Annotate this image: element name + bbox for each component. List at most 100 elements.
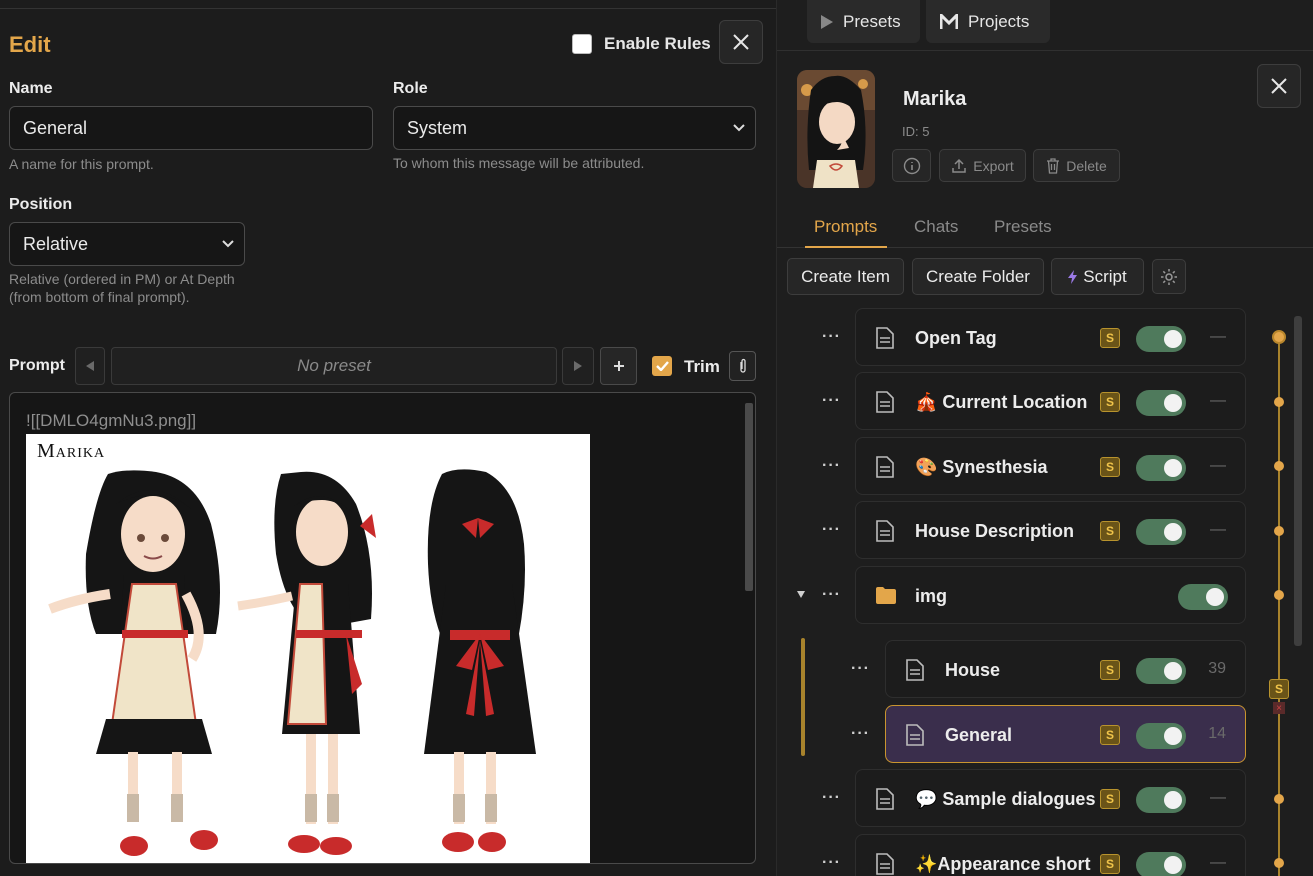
prompt-item[interactable]: 💬 Sample dialogues S — [855,769,1246,827]
timeline-node[interactable] [1274,461,1284,471]
item-toggle[interactable] [1136,455,1186,481]
item-toggle[interactable] [1136,326,1186,352]
item-count: — [1210,854,1226,871]
script-label: Script [1083,266,1127,286]
character-sheet-illustration [48,469,536,856]
item-menu-button[interactable]: ··· [822,328,841,346]
name-label: Name [9,80,53,97]
timeline-node[interactable] [1274,858,1284,868]
folder-toggle[interactable] [1178,584,1228,610]
prompt-scrollbar[interactable] [745,403,753,591]
trim-checkbox[interactable] [652,356,672,376]
top-tab-presets[interactable]: Presets [807,0,920,43]
timeline-node[interactable] [1274,397,1284,407]
timeline-s-badge: S [1269,679,1289,699]
add-preset-button[interactable] [600,347,637,385]
item-menu-button[interactable]: ··· [822,854,841,872]
document-icon [876,327,894,349]
item-menu-button[interactable]: ··· [822,392,841,410]
export-button[interactable]: Export [939,149,1026,182]
tab-presets[interactable]: Presets [994,217,1052,237]
prompt-item[interactable]: House Description S — [855,501,1246,559]
folder-icon [876,587,896,604]
top-tab-projects-label: Projects [968,11,1030,31]
position-select[interactable]: Relative [9,222,245,266]
position-label: Position [9,196,73,213]
panel-tabs: Prompts Chats Presets [777,206,1313,248]
timeline-node[interactable] [1272,330,1286,344]
create-folder-button[interactable]: Create Folder [912,258,1044,295]
close-edit-button[interactable] [719,20,763,64]
prompt-item-selected[interactable]: General S 14 [885,705,1246,763]
enable-rules-checkbox[interactable] [572,34,592,54]
folder-item[interactable]: img [855,566,1246,624]
document-icon [906,724,924,746]
item-label: Open Tag [915,328,997,348]
document-icon [876,456,894,478]
item-menu-button[interactable]: ··· [822,457,841,475]
avatar-illustration [797,70,875,188]
folder-collapse-toggle[interactable] [797,589,805,601]
prompt-toolbar: Prompt No preset Trim [9,347,756,385]
s-badge: S [1100,521,1120,541]
timeline-error-icon: × [1273,702,1285,714]
top-tab-projects[interactable]: Projects [926,0,1050,43]
s-badge: S [1100,725,1120,745]
script-button[interactable]: Script [1051,258,1144,295]
prompt-item[interactable]: 🎪 Current Location S — [855,372,1246,430]
item-count: — [1210,457,1226,474]
item-menu-button[interactable]: ··· [822,586,841,604]
preset-select[interactable]: No preset [111,347,557,385]
upload-icon [952,158,967,173]
tab-prompts[interactable]: Prompts [814,217,877,237]
prev-preset-button[interactable] [75,347,105,385]
timeline-node[interactable] [1274,590,1284,600]
prompt-item[interactable]: ✨Appearance short S — [855,834,1246,876]
prompt-text: ![[DMLO4gmNu3.png]] [26,411,197,430]
folder-indent-bar [801,638,805,756]
play-icon [821,14,833,29]
list-scrollbar[interactable] [1294,316,1302,646]
name-input[interactable]: General [9,106,373,150]
timeline-node[interactable] [1274,526,1284,536]
item-toggle[interactable] [1136,787,1186,813]
prompt-item[interactable]: House S 39 [885,640,1246,698]
item-toggle[interactable] [1136,852,1186,876]
attach-button[interactable] [729,351,756,381]
triangle-left-icon [86,361,94,371]
item-toggle[interactable] [1136,658,1186,684]
prompt-item[interactable]: Open Tag S — [855,308,1246,366]
item-menu-button[interactable]: ··· [851,660,870,678]
create-item-button[interactable]: Create Item [787,258,904,295]
settings-button[interactable] [1152,259,1186,294]
item-menu-button[interactable]: ··· [822,521,841,539]
item-menu-button[interactable]: ··· [822,789,841,807]
character-avatar[interactable] [797,70,875,188]
item-menu-button[interactable]: ··· [851,725,870,743]
next-preset-button[interactable] [562,347,594,385]
document-icon [876,853,894,875]
item-toggle[interactable] [1136,519,1186,545]
item-label: 💬 Sample dialogues [915,789,1096,809]
close-panel-button[interactable] [1257,64,1301,108]
check-icon [655,361,669,371]
tab-chats[interactable]: Chats [914,217,958,237]
document-icon [876,391,894,413]
character-id: ID: 5 [902,124,930,139]
item-label: 🎪 Current Location [915,392,1088,412]
item-toggle[interactable] [1136,723,1186,749]
item-label: img [915,586,948,606]
app-root: Edit Enable Rules Name General A name fo… [0,0,1313,876]
divider [0,8,776,9]
delete-button[interactable]: Delete [1033,149,1120,182]
timeline-node[interactable] [1274,794,1284,804]
prompt-textarea[interactable]: ![[DMLO4gmNu3.png]] Marika [9,392,756,864]
s-badge: S [1100,789,1120,809]
prompt-item[interactable]: 🎨 Synesthesia S — [855,437,1246,495]
item-toggle[interactable] [1136,390,1186,416]
edit-panel: Edit Enable Rules Name General A name fo… [0,0,776,876]
role-select[interactable]: System [393,106,756,150]
m-logo-icon [940,13,958,29]
info-button[interactable] [892,149,931,182]
enable-rules-toggle[interactable]: Enable Rules [572,34,711,54]
